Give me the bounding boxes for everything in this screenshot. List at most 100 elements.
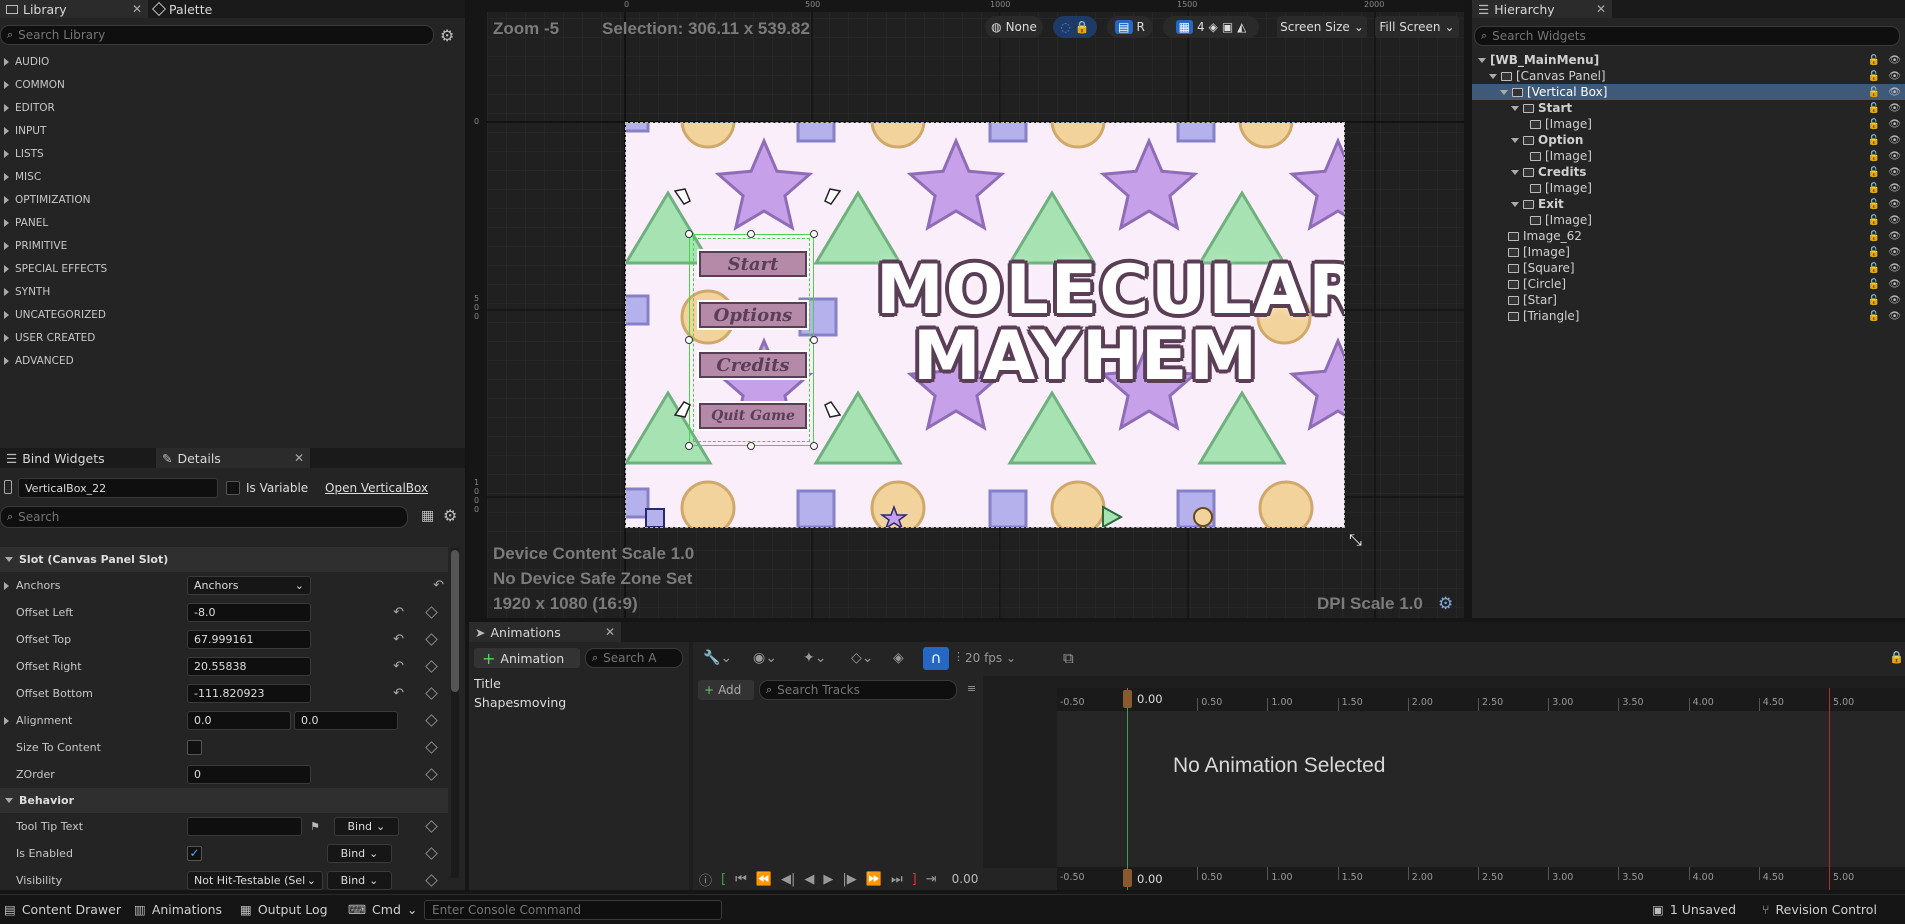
output-log-button[interactable]: ▦ Output Log xyxy=(240,902,328,917)
visibility-eye-icon[interactable]: 👁 xyxy=(1888,247,1901,258)
lock-icon[interactable]: 🔓 xyxy=(1868,311,1880,322)
library-category[interactable]: PANEL xyxy=(0,211,465,234)
reset-icon[interactable]: ↶ xyxy=(393,632,404,647)
keyframe-icon[interactable] xyxy=(425,714,438,727)
step-back-icon[interactable]: ◀| xyxy=(781,872,795,887)
reset-icon[interactable]: ↶ xyxy=(433,578,444,593)
hierarchy-row[interactable]: [Star] 🔓 👁 xyxy=(1472,292,1905,308)
keyframe-icon[interactable] xyxy=(425,741,438,754)
visibility-eye-icon[interactable]: 👁 xyxy=(1888,119,1901,130)
gear-icon[interactable]: ⚙ xyxy=(1438,594,1453,614)
hierarchy-row[interactable]: [Image] 🔓 👁 xyxy=(1472,116,1905,132)
animations-drawer-button[interactable]: ▥ Animations xyxy=(134,902,222,917)
step-forward-icon[interactable]: |▶ xyxy=(842,872,856,887)
skip-to-end-icon[interactable]: ⏭ xyxy=(891,872,903,887)
library-category[interactable]: AUDIO xyxy=(0,50,465,73)
library-category[interactable]: INPUT xyxy=(0,119,465,142)
lock-icon[interactable]: 🔓 xyxy=(1868,55,1880,66)
hierarchy-search-input[interactable] xyxy=(1492,29,1893,43)
expand-arrow-icon[interactable] xyxy=(1511,169,1519,175)
close-icon[interactable]: ✕ xyxy=(132,2,142,16)
unsaved-button[interactable]: ▣ 1 Unsaved xyxy=(1652,902,1736,917)
add-animation-button[interactable]: + Animation xyxy=(474,648,580,668)
visibility-eye-icon[interactable]: 👁 xyxy=(1888,103,1901,114)
tab-palette[interactable]: Palette xyxy=(148,0,268,18)
keyframe-icon[interactable] xyxy=(425,633,438,646)
content-drawer-button[interactable]: ▤ Content Drawer xyxy=(4,902,121,917)
keyframe-icon[interactable] xyxy=(425,660,438,673)
track-search[interactable]: ⌕ xyxy=(759,680,957,700)
details-search-input[interactable] xyxy=(18,510,401,524)
is-enabled-checkbox[interactable]: ✓ xyxy=(187,846,202,861)
reset-icon[interactable]: ↶ xyxy=(393,686,404,701)
keyframe-icon[interactable] xyxy=(425,768,438,781)
library-search-input[interactable] xyxy=(18,28,427,42)
console-input[interactable] xyxy=(432,903,721,917)
eye-icon[interactable]: ◉⌄ xyxy=(753,650,777,666)
lock-icon[interactable]: 🔓 xyxy=(1868,231,1880,242)
visibility-eye-icon[interactable]: 👁 xyxy=(1888,199,1901,210)
close-icon[interactable]: ✕ xyxy=(294,451,304,465)
open-verticalbox-link[interactable]: Open VerticalBox xyxy=(325,481,428,495)
wrench-icon[interactable]: 🔧⌄ xyxy=(703,650,732,666)
zorder-input[interactable]: 0 xyxy=(187,765,311,784)
none-button[interactable]: ◍ None xyxy=(985,16,1043,38)
lock-icon[interactable]: 🔓 xyxy=(1868,279,1880,290)
bind-button[interactable]: Bind ⌄ xyxy=(327,844,392,863)
expand-arrow-icon[interactable] xyxy=(1489,73,1497,79)
tab-bind-widgets[interactable]: ☰ Bind Widgets xyxy=(0,448,156,468)
is-variable-checkbox[interactable] xyxy=(226,481,240,495)
visibility-eye-icon[interactable]: 👁 xyxy=(1888,87,1901,98)
library-search[interactable]: ⌕ xyxy=(0,25,434,45)
keyframe-icon[interactable] xyxy=(425,847,438,860)
animation-search-input[interactable] xyxy=(603,651,676,665)
bind-button[interactable]: Bind ⌄ xyxy=(333,817,399,836)
library-category[interactable]: ADVANCED xyxy=(0,349,465,372)
expand-arrow-icon[interactable] xyxy=(1511,137,1519,143)
gizmo-icon[interactable]: ✦⌄ xyxy=(803,650,826,666)
close-icon[interactable]: ✕ xyxy=(605,625,615,639)
visibility-eye-icon[interactable]: 👁 xyxy=(1888,71,1901,82)
hierarchy-row[interactable]: [Canvas Panel] 🔓 👁 xyxy=(1472,68,1905,84)
library-category[interactable]: USER CREATED xyxy=(0,326,465,349)
visibility-eye-icon[interactable]: 👁 xyxy=(1888,263,1901,274)
details-search[interactable]: ⌕ xyxy=(0,506,408,528)
screen-size-dropdown[interactable]: Screen Size ⌄ xyxy=(1277,16,1367,38)
visibility-eye-icon[interactable]: 👁 xyxy=(1888,135,1901,146)
scrollbar-thumb[interactable] xyxy=(451,550,459,692)
library-category[interactable]: COMMON xyxy=(0,73,465,96)
visibility-eye-icon[interactable]: 👁 xyxy=(1888,215,1901,226)
offset-bottom-input[interactable]: -111.820923 xyxy=(187,684,311,703)
library-category[interactable]: SPECIAL EFFECTS xyxy=(0,257,465,280)
details-scrollbar[interactable] xyxy=(451,548,459,878)
lock-icon[interactable]: 🔒 xyxy=(1889,650,1904,664)
reset-icon[interactable]: ↶ xyxy=(393,605,404,620)
flag-icon[interactable]: ⚑ xyxy=(310,820,320,833)
visibility-eye-icon[interactable]: 👁 xyxy=(1888,167,1901,178)
library-category[interactable]: SYNTH xyxy=(0,280,465,303)
offset-right-input[interactable]: 20.55838 xyxy=(187,657,311,676)
bind-button[interactable]: Bind ⌄ xyxy=(327,871,392,890)
curve-editor-icon[interactable]: ⧉ xyxy=(1063,649,1074,667)
loop-icon[interactable]: ⇥ xyxy=(926,872,937,887)
lock-icon[interactable]: 🔓 xyxy=(1868,167,1880,178)
play-range-end-icon[interactable]: ] xyxy=(912,872,917,887)
hierarchy-row[interactable]: [Vertical Box] 🔓 👁 xyxy=(1472,84,1905,100)
close-icon[interactable]: ✕ xyxy=(1596,2,1606,16)
lock-icon[interactable]: 🔓 xyxy=(1868,263,1880,274)
grid-snap-button[interactable]: ▦ 4 ◈ ▣ ◭ xyxy=(1163,16,1259,38)
hierarchy-row[interactable]: [WB_MainMenu] 🔓 👁 xyxy=(1472,52,1905,68)
hierarchy-row[interactable]: Image_62 🔓 👁 xyxy=(1472,228,1905,244)
tooltip-input[interactable] xyxy=(187,817,302,836)
play-reverse-icon[interactable]: ◀ xyxy=(804,872,814,887)
revision-control-button[interactable]: ⑂ Revision Control xyxy=(1762,902,1877,917)
more-icon[interactable]: ⋮ xyxy=(953,650,964,663)
expand-arrow-icon[interactable] xyxy=(1478,57,1486,63)
play-icon[interactable]: ▶ xyxy=(823,872,833,887)
alignment-y-input[interactable]: 0.0 xyxy=(294,711,398,730)
hierarchy-row[interactable]: Start 🔓 👁 xyxy=(1472,100,1905,116)
lock-icon[interactable]: 🔓 xyxy=(1868,151,1880,162)
visibility-eye-icon[interactable]: 👁 xyxy=(1888,151,1901,162)
visibility-eye-icon[interactable]: 👁 xyxy=(1888,311,1901,322)
playhead-line[interactable] xyxy=(1127,688,1128,890)
